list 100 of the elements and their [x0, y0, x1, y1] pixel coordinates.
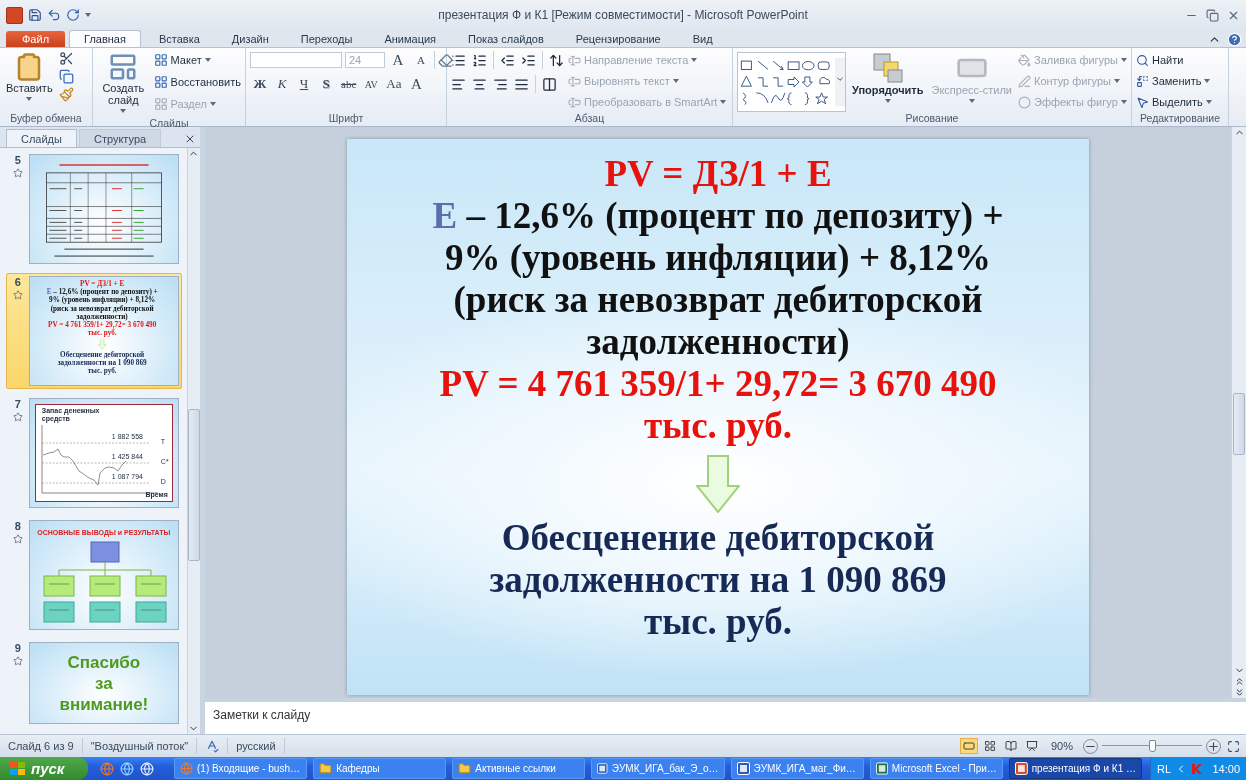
- brush-icon[interactable]: [58, 87, 74, 102]
- text-box-icon: [568, 74, 581, 88]
- format-button[interactable]: К: [272, 75, 292, 93]
- ribbon-tab[interactable]: Файл: [6, 31, 66, 47]
- replace-icon: [1136, 74, 1149, 88]
- font-name-field[interactable]: [250, 52, 342, 68]
- fit-window-icon[interactable]: [1227, 739, 1240, 753]
- outdent-icon[interactable]: [500, 52, 515, 68]
- panel-tab[interactable]: Структура: [78, 129, 162, 147]
- format-button[interactable]: S: [316, 75, 336, 93]
- browser-icon: [180, 762, 193, 775]
- indent-icon[interactable]: [521, 52, 536, 68]
- format-button[interactable]: Ч: [294, 75, 314, 93]
- arrange-button[interactable]: Упорядочить: [850, 51, 926, 112]
- grid-icon: [153, 75, 168, 89]
- redo-icon[interactable]: [66, 8, 80, 22]
- ribbon-tab[interactable]: Дизайн: [217, 31, 283, 47]
- ribbon-tab[interactable]: Показ слайдов: [454, 31, 558, 47]
- star-icon: [12, 534, 23, 544]
- pointer-icon: [1136, 95, 1149, 109]
- copy-icon[interactable]: [58, 69, 74, 84]
- taskbar-button[interactable]: Активные ссылки: [452, 758, 586, 779]
- font-size-button[interactable]: A: [388, 51, 408, 69]
- ribbon-button[interactable]: Найти: [1136, 51, 1212, 69]
- ribbon-tab[interactable]: Рецензирование: [561, 31, 675, 47]
- align-left-icon[interactable]: [451, 76, 466, 92]
- taskbar-button[interactable]: презентация Ф и К1 …: [1008, 758, 1142, 779]
- group-label: Шрифт: [327, 112, 365, 126]
- font-size-button[interactable]: A: [411, 51, 431, 69]
- spreadsheet-icon: [875, 762, 888, 775]
- slide-text: PV = 4 761 359/1+ 29,72= 3 670 490 тыс. руб.: [438, 363, 998, 447]
- align-center-icon[interactable]: [472, 76, 487, 92]
- format-button[interactable]: A: [406, 75, 427, 93]
- ribbon-tab[interactable]: Вид: [678, 31, 727, 47]
- taskbar-button[interactable]: ЭУМК_ИГА_маг_Фи…: [730, 758, 864, 779]
- taskbar-button[interactable]: (1) Входящие - bush…: [174, 758, 308, 779]
- browser-icon[interactable]: [120, 761, 134, 776]
- taskbar-button[interactable]: Microsoft Excel - При…: [869, 758, 1003, 779]
- bucket-icon: [1018, 53, 1031, 67]
- layers-icon: [871, 52, 904, 84]
- grid-icon: [153, 97, 168, 111]
- ribbon-tab[interactable]: Анимация: [370, 31, 451, 47]
- notes-field[interactable]: Заметки к слайду: [205, 698, 1246, 734]
- ribbon-button[interactable]: Выделить: [1136, 93, 1212, 111]
- columns-icon[interactable]: [542, 76, 557, 92]
- star-icon: [12, 656, 23, 666]
- paste-button[interactable]: Вставить: [4, 51, 55, 112]
- new-slide-button[interactable]: Создать слайд: [97, 51, 150, 117]
- clear-format-icon[interactable]: [438, 52, 453, 68]
- bullets-icon[interactable]: [451, 52, 466, 68]
- ribbon-button[interactable]: Восстановить: [153, 73, 241, 91]
- shapes-gallery[interactable]: [737, 52, 846, 112]
- windows-logo: [10, 761, 26, 776]
- format-button[interactable]: abc: [338, 75, 360, 93]
- undo-icon[interactable]: [47, 8, 61, 22]
- taskbar-button[interactable]: ЭУМК_ИГА_бак_Э_о…: [591, 758, 725, 779]
- start-button[interactable]: пуск: [0, 757, 88, 780]
- text-box-icon: [568, 95, 581, 109]
- window-title: презентация Ф и К1 [Режим совместимости] - Microsoft PowerPoint: [437, 8, 809, 22]
- save-icon[interactable]: [28, 8, 42, 22]
- slide-thumbnail[interactable]: [28, 276, 179, 386]
- theme-name: "Воздушный поток": [82, 738, 198, 754]
- ribbon-tab[interactable]: Вставка: [144, 31, 214, 47]
- grid-icon: [153, 53, 168, 67]
- format-button[interactable]: Aa: [383, 75, 405, 93]
- ribbon-button[interactable]: Заменить: [1136, 72, 1212, 90]
- star-icon: [12, 290, 23, 300]
- zoom-slider-thumb[interactable]: [1149, 740, 1156, 752]
- slide-number: 9: [14, 642, 21, 654]
- panel-tab[interactable]: Слайды: [6, 129, 77, 147]
- slide-number: 8: [14, 520, 21, 532]
- close-icon[interactable]: [184, 133, 196, 145]
- justify-icon[interactable]: [514, 76, 529, 92]
- spellcheck-icon[interactable]: [205, 739, 220, 753]
- slide-counter: Слайд 6 из 9: [0, 738, 83, 754]
- presentation-icon: [1014, 762, 1028, 775]
- group-label: Слайды: [148, 117, 190, 129]
- format-button[interactable]: AV: [361, 75, 382, 93]
- restore-icon[interactable]: [1206, 8, 1219, 22]
- help-icon[interactable]: [1227, 32, 1242, 47]
- slide-text: внимание!: [59, 695, 149, 714]
- numbering-icon[interactable]: [472, 52, 487, 68]
- cut-icon[interactable]: [58, 51, 74, 66]
- language-indicator[interactable]: RL: [1157, 762, 1172, 775]
- ribbon-tab[interactable]: Переходы: [286, 31, 367, 47]
- ribbon-button[interactable]: Макет: [153, 51, 241, 69]
- scrollbar-thumb[interactable]: [1233, 393, 1245, 455]
- align-right-icon[interactable]: [493, 76, 508, 92]
- taskbar-button[interactable]: Кафедры: [313, 758, 447, 779]
- format-button[interactable]: Ж: [250, 75, 270, 93]
- zoom-level: 90%: [1050, 740, 1073, 752]
- line-spacing-icon[interactable]: [549, 52, 564, 68]
- sorter-view-icon: [983, 740, 996, 752]
- document-icon: [736, 762, 750, 775]
- down-arrow-icon: [696, 455, 740, 513]
- scrollbar-thumb[interactable]: [188, 409, 200, 561]
- slide-text: за: [95, 674, 113, 693]
- ribbon-tab[interactable]: Главная: [69, 30, 141, 47]
- clock: 14:00: [1212, 762, 1240, 775]
- normal-view-icon: [962, 740, 975, 752]
